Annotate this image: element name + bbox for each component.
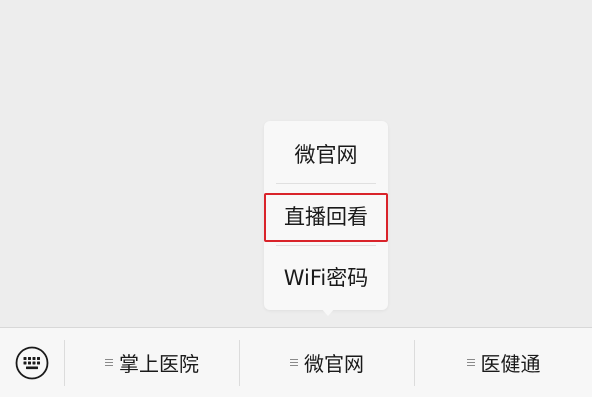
submenu-item-wifi-password[interactable]: WiFi密码 bbox=[264, 248, 388, 306]
menu-item-health-pass[interactable]: 医健通 bbox=[415, 328, 592, 397]
submenu-popup: 微官网 直播回看 WiFi密码 bbox=[264, 121, 388, 310]
submenu-item-live-replay[interactable]: 直播回看 bbox=[264, 187, 388, 245]
submenu-lines-icon bbox=[290, 357, 298, 368]
submenu-lines-icon bbox=[105, 357, 113, 368]
submenu-item-label: WiFi密码 bbox=[283, 266, 369, 290]
submenu-item-label: 微官网 bbox=[294, 143, 358, 167]
menu-item-label: 微官网 bbox=[304, 352, 364, 376]
submenu-divider bbox=[276, 183, 376, 184]
submenu-item-label: 直播回看 bbox=[284, 205, 368, 229]
submenu-item-micro-website[interactable]: 微官网 bbox=[264, 125, 388, 183]
menu-item-mobile-hospital[interactable]: 掌上医院 bbox=[65, 328, 239, 397]
keyboard-toggle-button[interactable] bbox=[0, 328, 64, 397]
menu-item-label: 掌上医院 bbox=[119, 352, 199, 376]
submenu-lines-icon bbox=[466, 357, 475, 368]
submenu-divider bbox=[276, 245, 376, 246]
menu-item-micro-website[interactable]: 微官网 bbox=[240, 328, 414, 397]
menu-item-label: 医健通 bbox=[480, 352, 541, 376]
keyboard-icon bbox=[15, 346, 49, 379]
menu-bar: 掌上医院 微官网 医健通 bbox=[0, 327, 592, 397]
submenu-pointer bbox=[320, 307, 336, 316]
